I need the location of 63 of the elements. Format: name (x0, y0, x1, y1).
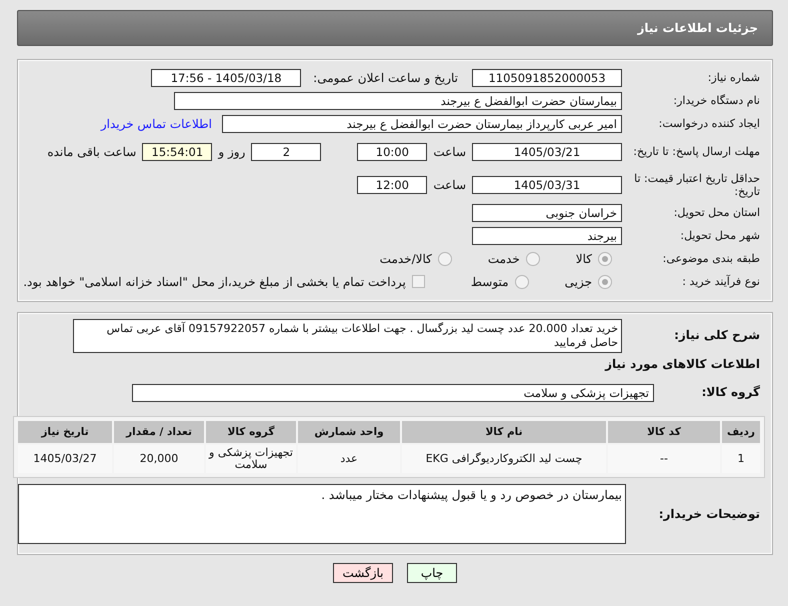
section-heading: اطلاعات کالاهای مورد نیاز (604, 356, 760, 371)
contact-link[interactable]: اطلاعات تماس خریدار (100, 116, 212, 130)
radio-button[interactable] (514, 274, 529, 288)
buyer-org-field: بیمارستان حضرت ابوالفضل ع بیرجند (174, 92, 622, 110)
column-header: گروه کالا (206, 421, 296, 443)
table-cell: 20,000 (114, 445, 204, 473)
radio-label: متوسط (470, 274, 509, 288)
checkbox-label: پرداخت تمام یا بخشی از مبلغ خرید،از محل "اسناد خزانه اسلامی" خواهد بود. (23, 274, 406, 288)
date-field: 1405/03/21 (472, 142, 622, 160)
field-label: شماره نیاز: (706, 71, 760, 84)
radio-button[interactable] (598, 252, 612, 266)
field-label: نوع فرآیند خرید : (681, 275, 760, 288)
time-field: 12:00 (357, 176, 428, 194)
column-header: تاریخ نیاز (18, 421, 112, 443)
radio-button[interactable] (526, 252, 540, 266)
city-field: بیرجند (472, 226, 622, 244)
announce-date-field: 1405/03/18 - 17:56 (151, 68, 302, 86)
field-label: گروه کالا: (700, 386, 760, 399)
checkbox[interactable] (412, 275, 425, 288)
buyer-notes-box: بیمارستان در خصوص رد و یا قبول پیشنهادات مختار میباشد . (18, 484, 626, 544)
table-cell: 1 (722, 445, 760, 473)
radio-button[interactable] (598, 274, 612, 288)
table-cell: عدد (298, 445, 400, 473)
table-cell: 1405/03/27 (18, 445, 112, 473)
field-label: شهر محل تحویل: (679, 229, 760, 242)
need-number-field: 1105091852000053 (472, 68, 622, 86)
field-label: تاریخ و ساعت اعلان عمومی: (313, 70, 458, 84)
back-button[interactable]: بازگشت (333, 563, 393, 583)
radio-button[interactable] (438, 252, 452, 266)
description-box: خرید تعداد 20.000 عدد چست لید بزرگسال . جهت اطلاعات بیشتر با شماره 09157922057 آقای عربی تماس حاصل فرمایید (73, 319, 622, 353)
goods-group-field: تجهیزات پزشکی و سلامت (132, 384, 654, 402)
column-header: تعداد / مقدار (114, 421, 204, 443)
radio-label: کالا (576, 252, 592, 266)
table-cell: -- (608, 445, 720, 473)
field-label: نام دستگاه خریدار: (672, 94, 760, 107)
field-label: حداقل تاریخ اعتبار قیمت: تا تاریخ: (633, 172, 760, 198)
field-label: مهلت ارسال پاسخ: تا تاریخ: (632, 145, 760, 158)
field-label: طبقه بندی موضوعی: (662, 252, 760, 265)
print-button[interactable]: چاپ (407, 563, 457, 583)
column-header: ردیف (722, 421, 760, 443)
table-cell: چست لید الکتروکاردیوگرافی EKG (402, 445, 606, 473)
field-label: توضیحات خریدار: (658, 508, 760, 520)
radio-label: خدمت (488, 252, 520, 266)
column-header: کد کالا (608, 421, 720, 443)
time-label: ساعت (433, 178, 466, 192)
page-title: جزئیات اطلاعات نیاز (637, 21, 758, 35)
table-cell: تجهیزات پزشکی و سلامت (206, 445, 296, 473)
field-label: شرح کلی نیاز: (673, 327, 760, 342)
column-header: واحد شمارش (298, 421, 400, 443)
requester-field: امیر عربی کارپرداز بیمارستان حضرت ابوالفضل ع بیرجند (222, 114, 622, 132)
date-field: 1405/03/31 (472, 176, 622, 194)
province-field: خراسان جنوبی (472, 204, 622, 222)
radio-label: جزیی (564, 274, 592, 288)
remaining-time-field: 15:54:01 (142, 142, 212, 160)
column-header: نام کالا (402, 421, 606, 443)
remaining-label: ساعت باقی مانده (47, 144, 136, 158)
days-label: روز و (218, 144, 246, 158)
days-field: 2 (251, 142, 322, 160)
field-label: ایجاد کننده درخواست: (658, 117, 760, 130)
time-field: 10:00 (357, 142, 428, 160)
field-label: استان محل تحویل: (672, 206, 760, 219)
time-label: ساعت (433, 144, 466, 158)
radio-label: کالا/خدمت (380, 252, 432, 266)
